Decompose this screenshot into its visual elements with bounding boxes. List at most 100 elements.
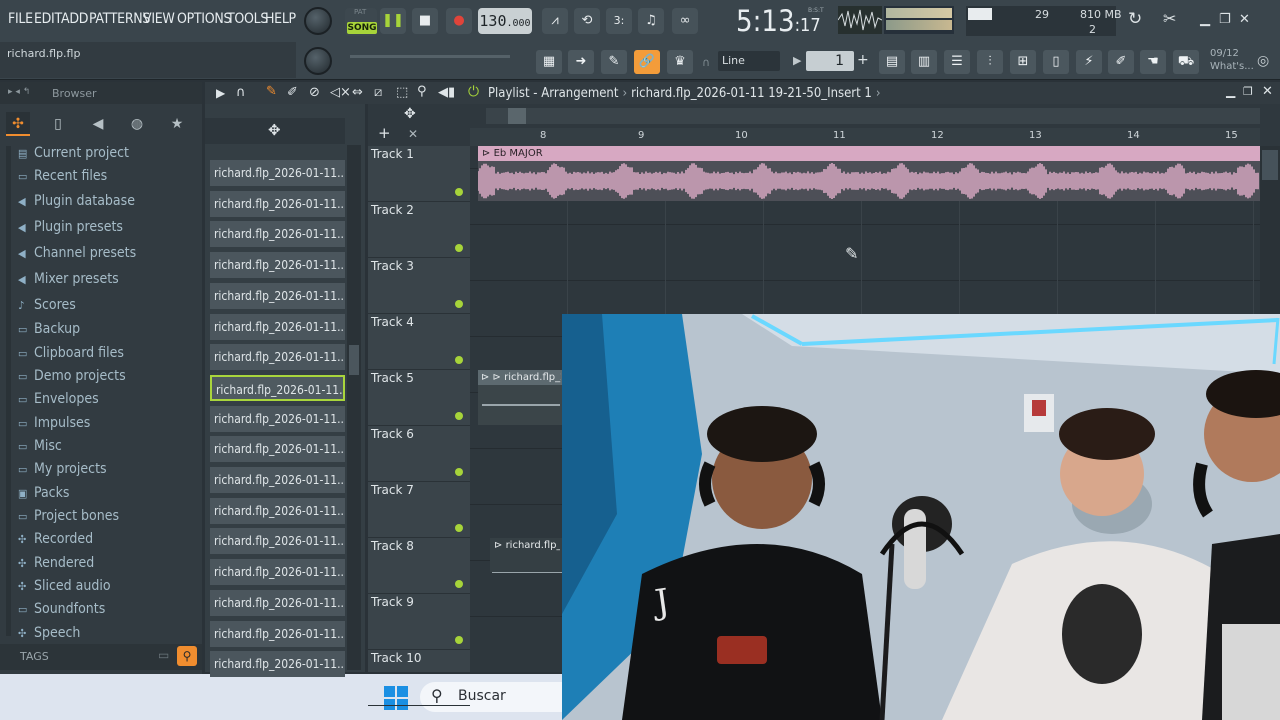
search-icon[interactable]: ⚲ bbox=[177, 646, 197, 666]
picker-item[interactable]: richard.flp_2026-01-11... bbox=[210, 344, 345, 371]
browser-item-impulses[interactable]: ▭ Impulses bbox=[18, 415, 90, 431]
track-mute-led[interactable] bbox=[455, 580, 463, 588]
track-move-icon[interactable]: ✥ bbox=[404, 106, 416, 122]
browser-tree-icon[interactable]: ⊞ bbox=[1010, 50, 1036, 74]
picker-item[interactable]: richard.flp_2026-01-11... bbox=[210, 467, 345, 493]
picker-item[interactable]: richard.flp_2026-01-11... bbox=[210, 221, 345, 248]
playlist-title-view[interactable]: Arrangement bbox=[541, 86, 618, 101]
pause-button[interactable]: ❚❚ bbox=[380, 8, 406, 34]
browser-web-tab-icon[interactable]: ◍ bbox=[125, 112, 149, 136]
wait-record-icon[interactable]: ⟲ bbox=[574, 8, 600, 34]
channel-rack-icon[interactable]: ☰ bbox=[944, 50, 970, 74]
slip-tool-icon[interactable]: ⇔ bbox=[352, 85, 363, 100]
picker-move-icon[interactable]: ✥ bbox=[268, 121, 281, 139]
metronome-icon[interactable]: ⩘ bbox=[542, 8, 568, 34]
globe-icon[interactable]: ◎ bbox=[1257, 53, 1269, 69]
maximize-icon[interactable]: ❐ bbox=[1219, 12, 1231, 27]
picker-scroll-thumb[interactable] bbox=[349, 345, 359, 375]
browser-scroll[interactable] bbox=[6, 146, 11, 636]
picker-item[interactable]: richard.flp_2026-01-11... bbox=[210, 160, 345, 186]
track-mute-led[interactable] bbox=[455, 300, 463, 308]
tools-icon[interactable]: ✂ bbox=[1163, 9, 1176, 28]
picker-item[interactable]: richard.flp_2026-01-11... bbox=[210, 436, 345, 463]
picker-item[interactable]: richard.flp_2026-01-11... bbox=[210, 559, 345, 586]
horizontal-scroll[interactable] bbox=[486, 108, 1260, 124]
picker-item[interactable]: richard.flp_2026-01-11... bbox=[210, 374, 345, 401]
master-volume-knob[interactable] bbox=[304, 7, 332, 35]
select-tool-icon[interactable]: ⬚ bbox=[396, 85, 408, 100]
browser-item-scores[interactable]: ♪ Scores bbox=[18, 297, 76, 313]
refresh-icon[interactable]: ↻ bbox=[1128, 9, 1142, 29]
picker-item[interactable]: richard.flp_2026-01-11... bbox=[210, 589, 345, 616]
browser-collapse-icon[interactable]: ▸ ◂ ↰ bbox=[8, 87, 30, 97]
playlist-menu-icon[interactable]: ▶ bbox=[216, 86, 225, 100]
main-slider-track[interactable] bbox=[350, 55, 510, 58]
hand-icon[interactable]: ☚ bbox=[1140, 50, 1166, 74]
browser-item-misc[interactable]: ▭ Misc bbox=[18, 438, 62, 454]
audio-clip-header[interactable] bbox=[478, 146, 1260, 161]
slice-tool-icon[interactable]: ⧄ bbox=[374, 85, 382, 100]
browser-item-plugin-presets[interactable]: ◀ Plugin presets bbox=[18, 219, 123, 235]
track-mute-led[interactable] bbox=[455, 412, 463, 420]
brush-icon[interactable]: ✐ bbox=[1108, 50, 1134, 74]
zoom-tool-icon[interactable]: ⚲ bbox=[417, 84, 427, 99]
countdown-icon[interactable]: 3: bbox=[606, 8, 632, 34]
picker-item[interactable]: richard.flp_2026-01-11... bbox=[210, 620, 345, 647]
pl-close-icon[interactable]: ✕ bbox=[1262, 84, 1273, 99]
paint-tool-icon[interactable]: ✐ bbox=[287, 85, 298, 100]
browser-item-current-project[interactable]: ▤ Current project bbox=[18, 145, 129, 161]
browser-item-recent-files[interactable]: ▭ Recent files bbox=[18, 168, 107, 184]
menu-tools[interactable]: TOOLS bbox=[227, 11, 268, 27]
browser-item-my-projects[interactable]: ▭ My projects bbox=[18, 461, 107, 477]
browser-item-project-bones[interactable]: ▭ Project bones bbox=[18, 508, 119, 524]
browser-item-speech[interactable]: ✣ Speech bbox=[18, 625, 80, 641]
track-mute-led[interactable] bbox=[455, 636, 463, 644]
picker-item[interactable]: richard.flp_2026-01-11... bbox=[210, 497, 345, 524]
picker-scrollbar[interactable] bbox=[347, 145, 361, 670]
browser-files-tab-icon[interactable]: ▯ bbox=[46, 112, 70, 136]
track-mute-led[interactable] bbox=[455, 188, 463, 196]
picker-item[interactable]: richard.flp_2026-01-11... bbox=[210, 651, 345, 678]
browser-item-demo-projects[interactable]: ▭ Demo projects bbox=[18, 368, 126, 384]
picker-item[interactable]: richard.flp_2026-01-11... bbox=[210, 528, 345, 555]
pl-minimize-icon[interactable]: ▁ bbox=[1226, 84, 1235, 98]
master-pitch-knob[interactable] bbox=[304, 47, 332, 75]
prev-pattern-icon[interactable]: ▶ bbox=[793, 54, 801, 67]
horizontal-scroll-thumb[interactable] bbox=[508, 108, 526, 124]
loop-record-icon[interactable]: ∞ bbox=[672, 8, 698, 34]
mute-tool-icon[interactable]: ◁× bbox=[330, 85, 351, 100]
menu-options[interactable]: OPTIONS bbox=[177, 11, 231, 27]
magnet-icon[interactable]: ∩ bbox=[702, 56, 710, 69]
record-button[interactable]: ● bbox=[446, 8, 472, 34]
browser-favorites-tab-icon[interactable]: ★ bbox=[165, 112, 189, 136]
menu-add[interactable]: ADD bbox=[61, 11, 88, 27]
browser-item-rendered[interactable]: ✣ Rendered bbox=[18, 555, 94, 571]
minimize-icon[interactable]: ▁ bbox=[1200, 12, 1210, 27]
playback-tool-icon[interactable]: ◀▮ bbox=[438, 85, 455, 100]
playlist-view-icon[interactable]: ▦ bbox=[536, 50, 562, 74]
picker-item[interactable]: richard.flp_2026-01-11... bbox=[210, 405, 345, 432]
track-mute-led[interactable] bbox=[455, 524, 463, 532]
pencil-tool-icon[interactable]: ✎ bbox=[601, 50, 627, 74]
news-panel[interactable]: 09/12 What's... bbox=[1210, 47, 1254, 73]
picker-item[interactable]: richard.flp_2026-01-11... bbox=[210, 252, 345, 279]
blend-notes-icon[interactable]: ♫ bbox=[638, 8, 664, 34]
pattern-selector[interactable]: 1 bbox=[806, 51, 854, 71]
playlist-vertical-thumb[interactable] bbox=[1262, 150, 1278, 180]
browser-item-mixer-presets[interactable]: ◀ Mixer presets bbox=[18, 271, 119, 287]
arrow-right-icon[interactable]: ➜ bbox=[568, 50, 594, 74]
add-pattern-icon[interactable]: + bbox=[857, 52, 869, 68]
file-icon[interactable]: ▯ bbox=[1043, 50, 1069, 74]
playlist-title-file[interactable]: richard.flp_2026-01-11 19-21-50_Insert 1 bbox=[631, 86, 872, 101]
browser-item-backup[interactable]: ▭ Backup bbox=[18, 321, 80, 337]
browser-item-plugin-database[interactable]: ◀ Plugin database bbox=[18, 193, 135, 209]
tempo-display[interactable]: 130.000 bbox=[478, 8, 532, 34]
picker-item[interactable]: richard.flp_2026-01-11... bbox=[210, 190, 345, 217]
snap-select[interactable]: Line bbox=[718, 51, 780, 71]
browser-plugins-tab-icon[interactable]: ◀ bbox=[86, 112, 110, 136]
draw-tool-icon[interactable]: ✎ bbox=[266, 84, 277, 99]
playlist-icon[interactable]: ▤ bbox=[879, 50, 905, 74]
timeline-ruler[interactable] bbox=[470, 128, 1260, 146]
link-icon[interactable]: 🔗 bbox=[634, 50, 660, 74]
piano-roll-icon[interactable]: ▥ bbox=[911, 50, 937, 74]
